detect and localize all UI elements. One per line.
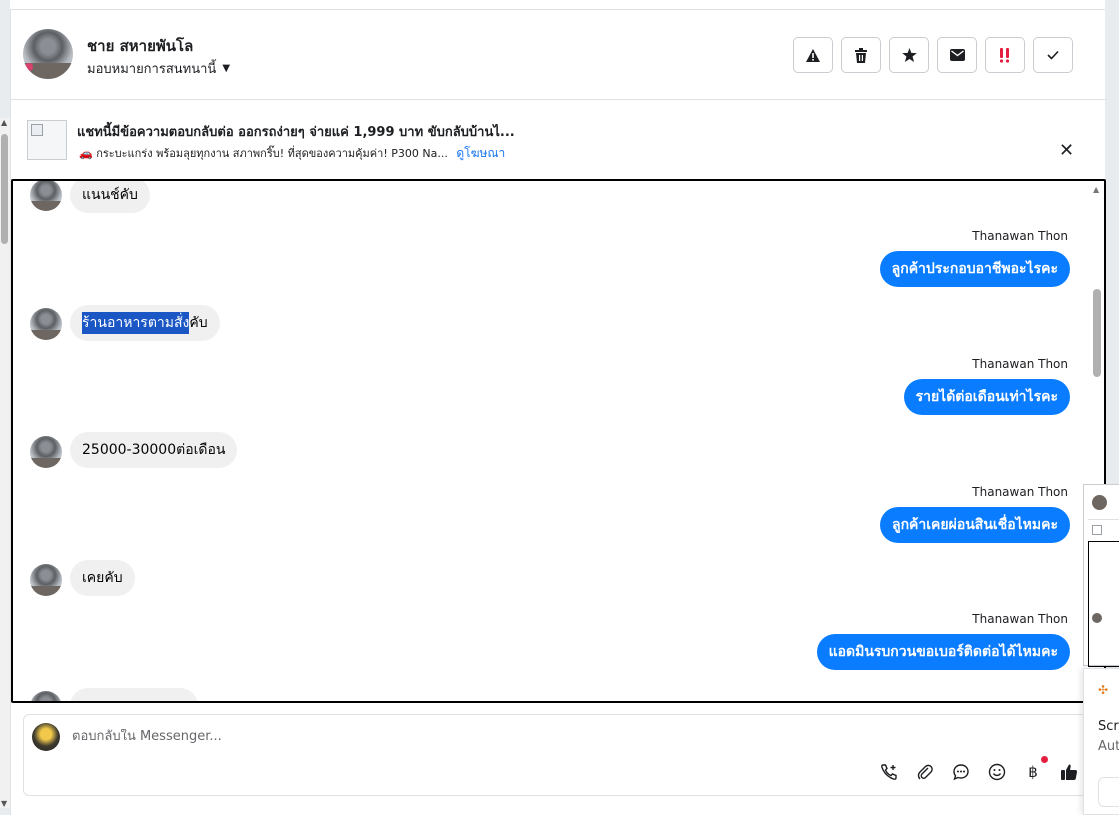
scroll-down-arrow-icon[interactable]: ▼ — [1, 799, 7, 808]
ad-subtitle-row: 🚗 กระบะแกร่ง พร้อมลุยทุกงาน สภาพกริ๊บ! ท… — [79, 144, 505, 163]
mini-avatar — [1092, 495, 1107, 510]
incoming-message-partial[interactable] — [70, 688, 198, 701]
scroll-up-arrow-icon[interactable]: ▲ — [1093, 185, 1099, 194]
thumbs-up-icon — [1061, 764, 1078, 780]
incoming-message[interactable]: ร้านอาหารตามสั่ง คับ — [70, 305, 220, 341]
report-button[interactable] — [793, 37, 833, 73]
view-ad-link[interactable]: ดูโฆษณา — [456, 146, 505, 160]
outgoing-message[interactable]: แอดมินรบกวนขอเบอร์ติดต่อได้ไหมคะ — [816, 634, 1070, 670]
toast-title: Scre — [1098, 719, 1119, 734]
incoming-message[interactable]: 25000-30000ต่อเดือน — [70, 432, 238, 468]
contact-avatar-small[interactable] — [30, 436, 62, 468]
incoming-message[interactable]: แนนช์คับ — [70, 181, 150, 213]
payment-button[interactable]: ฿ — [1022, 756, 1048, 783]
mark-done-button[interactable] — [1033, 37, 1073, 73]
ad-context-banner: แชทนี้มีข้อความตอบกลับต่อ ออกรถง่ายๆ จ่า… — [11, 100, 1106, 180]
page-avatar — [32, 723, 60, 751]
selected-text: ร้านอาหารตามสั่ง — [82, 312, 190, 334]
message-thread[interactable]: แนนช์คับ Thanawan Thon ลูกค้าประกอบอาชีพ… — [11, 179, 1106, 703]
assign-label: มอบหมายการสนทนานี้ — [87, 62, 217, 77]
ad-title: แชทนี้มีข้อความตอบกลับต่อ ออกรถง่ายๆ จ่า… — [77, 125, 515, 140]
sender-name: Thanawan Thon — [972, 485, 1068, 499]
notification-toast[interactable]: ✣ Scre Aut — [1083, 668, 1119, 815]
contact-avatar-small[interactable] — [30, 564, 62, 596]
conversation-actions — [793, 37, 1073, 73]
outgoing-message[interactable]: ลูกค้าเคยผ่อนสินเชื่อไหมคะ — [879, 507, 1070, 543]
call-request-button[interactable] — [878, 761, 900, 783]
outgoing-message[interactable]: รายได้ต่อเดือนเท่าไรคะ — [903, 379, 1070, 415]
saved-replies-button[interactable] — [950, 761, 972, 783]
outgoing-message[interactable]: ลูกค้าประกอบอาชีพอะไรคะ — [879, 251, 1070, 287]
messenger-inbox-window: ▲ ▼ ชาย สหายพันโล มอบหมายการสนทนานี้ ▼ แ… — [0, 0, 1119, 815]
sender-name: Thanawan Thon — [972, 229, 1068, 243]
conversation-header: ชาย สหายพันโล มอบหมายการสนทนานี้ ▼ — [11, 10, 1106, 100]
scroll-up-arrow-icon[interactable]: ▲ — [1, 118, 7, 127]
warning-icon — [806, 48, 820, 62]
contact-avatar[interactable] — [23, 29, 73, 79]
composer-toolbar: ฿ — [878, 756, 1080, 783]
contact-avatar-small[interactable] — [30, 308, 62, 340]
toast-action-button[interactable] — [1098, 777, 1119, 807]
app-logo-icon: ✣ — [1098, 683, 1109, 697]
reply-input[interactable] — [72, 729, 972, 744]
like-button[interactable] — [1058, 761, 1080, 783]
mini-avatar — [1092, 613, 1102, 623]
caret-down-icon: ▼ — [222, 63, 231, 74]
minimized-chat-preview[interactable] — [1083, 484, 1119, 667]
ad-thumbnail[interactable] — [27, 120, 67, 160]
baht-icon: ฿ — [1028, 763, 1038, 781]
emoji-button[interactable] — [986, 761, 1008, 783]
delete-button[interactable] — [841, 37, 881, 73]
message-text: คับ — [189, 315, 208, 331]
priority-button[interactable] — [985, 37, 1025, 73]
close-icon[interactable]: ✕ — [1059, 140, 1074, 161]
sender-name: Thanawan Thon — [972, 357, 1068, 371]
incoming-message[interactable]: เคยคับ — [70, 560, 135, 596]
reply-composer: ฿ — [23, 714, 1104, 796]
top-divider — [10, 0, 1105, 10]
check-icon — [1047, 50, 1059, 60]
contact-avatar-small[interactable] — [30, 691, 62, 701]
mark-unread-button[interactable] — [937, 37, 977, 73]
sender-name: Thanawan Thon — [972, 612, 1068, 626]
page-scrollbar-thumb[interactable] — [1, 134, 8, 244]
contact-avatar-small[interactable] — [30, 181, 62, 211]
paperclip-icon — [917, 764, 933, 780]
mini-ad-thumbnail — [1092, 525, 1102, 535]
smiley-icon — [988, 763, 1006, 781]
contact-name[interactable]: ชาย สหายพันโล — [87, 34, 193, 58]
phone-plus-icon — [881, 764, 897, 780]
thread-scrollbar-thumb[interactable] — [1093, 289, 1101, 377]
mini-divider — [1088, 519, 1119, 520]
mini-thread — [1088, 541, 1119, 667]
notification-dot — [1041, 756, 1048, 763]
envelope-icon — [949, 49, 965, 61]
toast-subtitle: Aut — [1098, 739, 1119, 754]
double-exclamation-icon — [999, 47, 1010, 63]
assign-conversation-dropdown[interactable]: มอบหมายการสนทนานี้ ▼ — [87, 58, 230, 79]
star-icon — [901, 48, 917, 62]
page-scrollbar[interactable]: ▲ ▼ — [0, 118, 10, 808]
conversation-panel: ชาย สหายพันโล มอบหมายการสนทนานี้ ▼ แชทนี… — [10, 10, 1106, 815]
attach-button[interactable] — [914, 761, 936, 783]
ad-subtitle: 🚗 กระบะแกร่ง พร้อมลุยทุกงาน สภาพกริ๊บ! ท… — [79, 147, 448, 160]
chat-bubble-icon — [953, 764, 969, 781]
trash-icon — [855, 47, 867, 63]
star-button[interactable] — [889, 37, 929, 73]
